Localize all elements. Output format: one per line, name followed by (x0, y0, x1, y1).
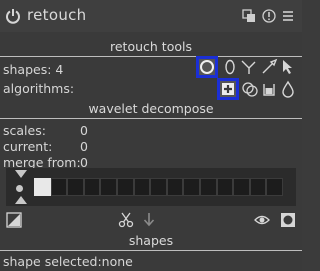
scales-value: 0 (80, 123, 88, 138)
mask-square-icon[interactable] (280, 212, 296, 228)
scales-marker-icon[interactable] (15, 196, 27, 204)
blur-icon[interactable] (279, 80, 297, 98)
visibility-icon[interactable] (254, 212, 270, 228)
module-title: retouch (27, 6, 87, 24)
paste-down-icon[interactable] (141, 212, 157, 228)
scale-cell[interactable] (133, 178, 151, 196)
path-icon[interactable] (240, 58, 258, 76)
presets-icon[interactable] (242, 9, 256, 23)
module-header: retouch (0, 0, 302, 32)
shapes-count-label: shapes: 4 (3, 62, 64, 77)
show-shapes-icon[interactable] (279, 58, 297, 76)
scale-cell[interactable] (266, 178, 283, 196)
scale-cell[interactable] (183, 178, 200, 196)
retouch-tools-header: retouch tools (0, 38, 302, 57)
brush-icon[interactable] (260, 58, 278, 76)
current-label: current: (3, 139, 53, 154)
wavelet-decompose-header: wavelet decompose (0, 100, 302, 119)
scale-cell[interactable] (233, 178, 250, 196)
wavelet-scale-bar[interactable] (6, 168, 296, 206)
current-scale-dot (16, 185, 23, 192)
scale-cells (34, 178, 283, 196)
circle-tool-button[interactable] (196, 56, 218, 78)
merge-from-marker-icon[interactable] (15, 170, 27, 178)
scale-cell[interactable] (100, 178, 117, 196)
ellipse-icon[interactable] (221, 58, 239, 76)
shapes-header: shapes (0, 232, 302, 251)
scale-cell[interactable] (50, 178, 68, 196)
scales-label: scales: (3, 123, 46, 138)
scale-cell[interactable] (216, 178, 234, 196)
algorithms-label: algorithms: (3, 81, 75, 96)
clone-icon[interactable] (241, 80, 259, 98)
display-wavelet-icon[interactable] (6, 212, 22, 228)
shape-selected-label: shape selected:none (3, 254, 133, 269)
heal-icon (222, 83, 234, 95)
reset-icon[interactable] (262, 9, 276, 23)
heal-tool-button[interactable] (217, 78, 239, 100)
scale-cell[interactable] (150, 178, 167, 196)
current-value: 0 (80, 139, 88, 154)
cut-icon[interactable] (118, 212, 134, 228)
power-icon[interactable] (5, 8, 21, 24)
scale-cell[interactable] (34, 178, 51, 196)
scale-cell[interactable] (67, 178, 84, 196)
circle-icon (200, 60, 214, 74)
scale-cell[interactable] (116, 178, 134, 196)
fill-icon[interactable] (260, 80, 278, 98)
scale-cell[interactable] (166, 178, 184, 196)
scale-cell[interactable] (83, 178, 101, 196)
shape-selected-value: none (101, 254, 133, 269)
menu-icon[interactable] (281, 9, 295, 23)
scale-cell[interactable] (249, 178, 267, 196)
scale-cell[interactable] (199, 178, 217, 196)
